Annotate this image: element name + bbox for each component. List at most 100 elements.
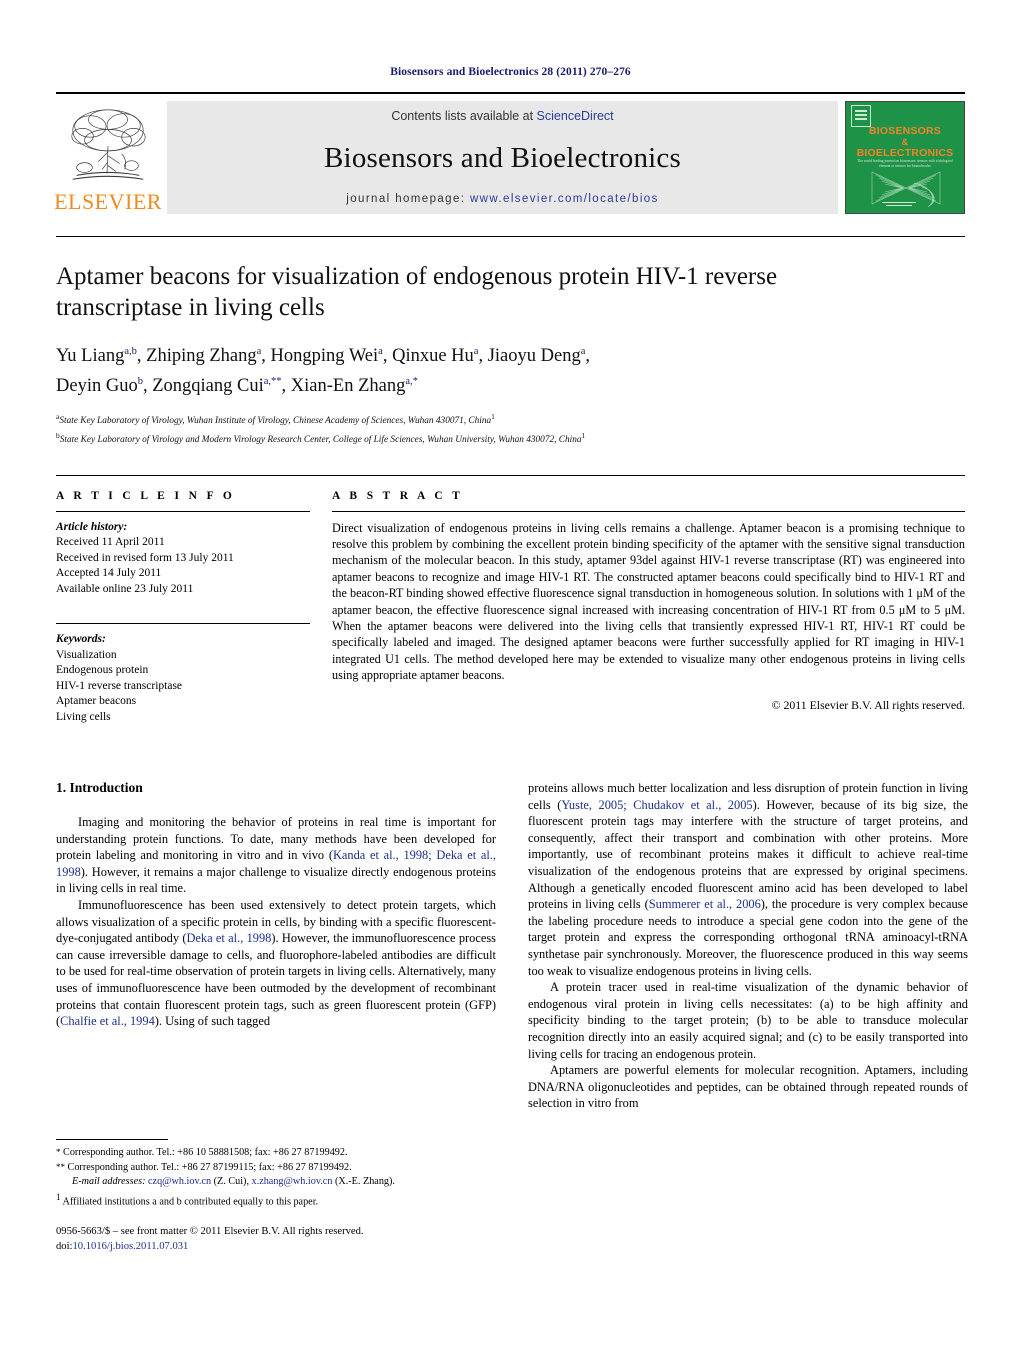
author-name: Qinxue Hua [392,346,479,367]
paragraph-text: ). However, because of its big size, the… [528,797,969,912]
running-head: Biosensors and Bioelectronics 28 (2011) … [390,66,631,78]
cover-title-line2: BIOELECTRONICS [856,147,954,159]
email-link-cui[interactable]: czq@wh.iov.cn [148,1176,211,1187]
body-column-right: proteins allows much better localization… [528,780,968,1112]
article-info-heading: A R T I C L E I N F O [56,489,236,502]
paragraph-text: ). However, it remains a major challenge… [56,864,496,896]
affiliation-item: aState Key Laboratory of Virology, Wuhan… [56,412,495,427]
article-history-item: Available online 23 July 2011 [56,582,194,595]
citation-link[interactable]: Chalfie et al., 1994 [60,1014,155,1028]
email-owner-zhang: (X.-E. Zhang). [334,1176,395,1188]
keywords-block: Keywords: Visualization Endogenous protei… [56,623,310,725]
abstract-column: A B S T R A C T Direct visualization of … [332,476,965,726]
keywords-list: Visualization Endogenous protein HIV-1 rev… [56,648,310,726]
cover-footer-graphic [882,182,935,208]
author-affiliation-mark: a,* [405,376,418,388]
author-affiliation-mark: a [378,346,383,357]
body-paragraph: proteins allows much better localization… [528,780,968,979]
author-name: Jiaoyu Denga [487,346,586,367]
body-paragraph: Aptamers are powerful elements for molec… [528,1062,968,1112]
keyword-item: Aptamer beacons [56,695,137,707]
email-owner-cui: (Z. Cui), [213,1176,249,1188]
footnote-block: * Corresponding author. Tel.: +86 10 588… [56,1139,496,1254]
issn-line: 0956-5663/$ – see front matter © 2011 El… [56,1226,364,1238]
affiliation-item: bState Key Laboratory of Virology and Mo… [56,430,586,445]
title-divider [56,236,965,237]
article-history-label: Article history: [56,520,128,533]
keyword-item: Living cells [56,710,111,723]
author-line-1: Yu Lianga,b, Zhiping Zhanga, Hongping We… [56,346,590,367]
keyword-item: HIV-1 reverse transcriptase [56,679,183,692]
issn-copyright-block: 0956-5663/$ – see front matter © 2011 El… [56,1225,496,1254]
author-name: Deyin Guob [56,376,143,397]
author-affiliation-mark: a [256,346,262,357]
body-paragraph: Imaging and monitoring the behavior of p… [56,814,496,897]
footnote-emails: E-mail addresses: czq@wh.iov.cn (Z. Cui)… [56,1175,496,1189]
article-history-item: Accepted 14 July 2011 [56,567,162,579]
doi-link[interactable]: 10.1016/j.bios.2011.07.031 [72,1241,188,1252]
elsevier-logo: ELSEVIER [54,101,162,214]
abstract-heading: A B S T R A C T [332,489,464,502]
doi-label: doi: [56,1240,73,1252]
abstract-divider [332,510,965,512]
author-list: Yu Lianga,b, Zhiping Zhanga, Hongping We… [56,339,965,399]
body-column-left: 1. Introduction Imaging and monitoring t… [56,780,496,1112]
author-affiliation-mark: a [580,346,586,357]
author-name: Yu Lianga,b [56,346,137,367]
article-history-item: Received 11 April 2011 [56,536,165,548]
paragraph-text: ). Using of such tagged [154,1014,271,1029]
article-info-divider [56,510,310,512]
abstract-copyright: © 2011 Elsevier B.V. All rights reserved… [771,697,965,712]
contents-available-line: Contents lists available at ScienceDirec… [391,109,613,123]
page-title: Aptamer beacons for visualization of end… [56,263,778,321]
footnote-corresponding-2-text: Corresponding author. Tel.: +86 27 87199… [67,1162,352,1174]
keyword-item: Endogenous protein [56,664,149,676]
elsevier-tree-icon [71,109,146,180]
masthead-center: Contents lists available at ScienceDirec… [167,101,838,214]
affiliation-mark: b [56,430,60,440]
footnote-corresponding-2: ** Corresponding author. Tel.: +86 27 87… [56,1160,496,1175]
affiliation-footnote-mark: 1 [581,430,586,440]
elsevier-wordmark: ELSEVIER [54,189,162,214]
author-affiliation-mark: b [137,376,143,388]
paragraph-text: A protein tracer used in real-time visua… [528,980,968,1061]
article-history-item: Received in revised form 13 July 2011 [56,551,234,564]
info-abstract-block: A R T I C L E I N F O Article history: R… [56,474,965,726]
keywords-label: Keywords: [56,633,106,645]
affiliation-mark: a [56,412,60,422]
article-history-list: Received 11 April 2011 Received in revise… [56,535,310,597]
author-name: Hongping Weia [270,346,383,367]
affiliation-footnote-mark: 1 [491,412,495,422]
footnote-corresponding-1: * Corresponding author. Tel.: +86 10 588… [56,1145,496,1160]
cover-subtitle: The world leading journal on biosensors:… [857,159,953,168]
homepage-link[interactable]: www.elsevier.com/locate/bios [470,193,659,205]
footnote-mark-1: 1 [56,1191,61,1202]
footnote-affiliation-note: 1 Affiliated institutions a and b contri… [56,1190,496,1210]
footnote-divider [56,1139,168,1140]
author-name: Zongqiang Cuia,** [152,376,282,397]
email-link-zhang[interactable]: x.zhang@wh.iov.cn [252,1176,333,1187]
body-paragraph: Immunofluorescence has been used extensi… [56,897,496,1030]
cover-publisher-mark [851,105,871,127]
article-info-column: A R T I C L E I N F O Article history: R… [56,476,332,726]
section-heading-introduction: 1. Introduction [56,780,143,795]
right-column-paragraphs: proteins allows much better localization… [528,780,968,1112]
left-column-paragraphs: Imaging and monitoring the behavior of p… [56,814,496,1030]
cover-title-line1: BIOSENSORS [868,125,941,137]
body-columns: 1. Introduction Imaging and monitoring t… [56,780,968,1112]
author-line-2: Deyin Guob, Zongqiang Cuia,**, Xian-En Z… [56,376,418,397]
author-affiliation-mark: a [473,346,479,357]
footnote-corresponding-1-text: Corresponding author. Tel.: +86 10 58881… [63,1147,348,1158]
citation-link[interactable]: Yuste, 2005; Chudakov et al., 2005 [561,798,752,812]
journal-homepage-line: journal homepage: www.elsevier.com/locat… [346,193,658,205]
keywords-divider [56,623,310,624]
author-name: Xian-En Zhanga,* [290,376,418,397]
affiliation-list: aState Key Laboratory of Virology, Wuhan… [56,410,965,447]
sciencedirect-link[interactable]: ScienceDirect [537,109,614,123]
citation-link[interactable]: Deka et al., 1998 [186,931,271,945]
contents-prefix: Contents lists available at [391,109,537,123]
abstract-text: Direct visualization of endogenous prote… [332,520,965,683]
footnote-affiliation-note-text: Affiliated institutions a and b contribu… [62,1196,319,1207]
homepage-prefix: journal homepage: [346,193,470,205]
citation-link[interactable]: Summerer et al., 2006 [649,897,761,911]
